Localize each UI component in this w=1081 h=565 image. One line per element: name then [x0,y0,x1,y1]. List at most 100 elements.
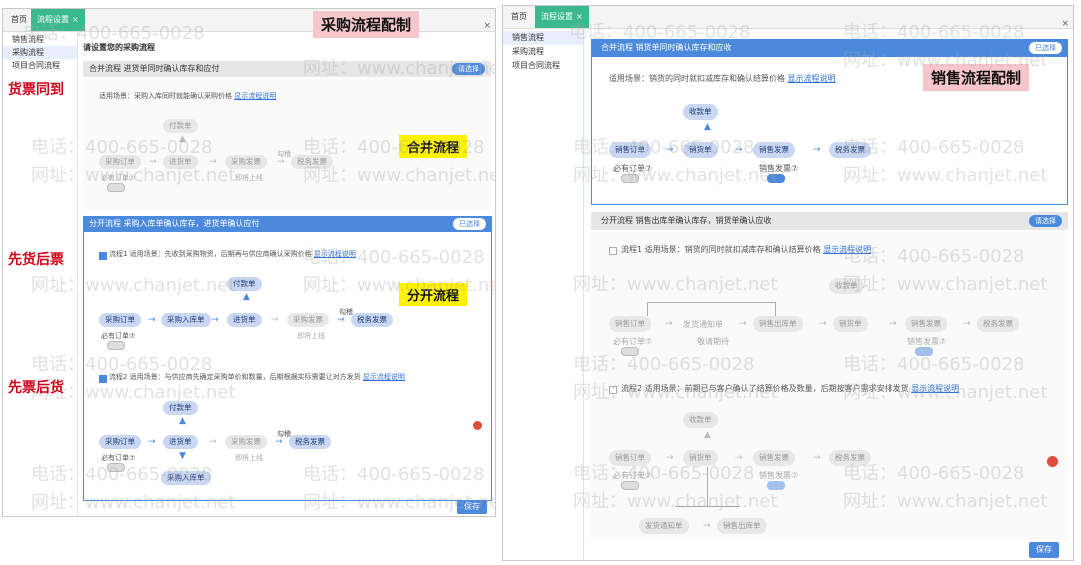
sidebar: 销售流程 采购流程 项目合同流程 [503,28,584,560]
flow1-must-invoice-text: 销售发票 [907,337,939,346]
watermark-phone: 电话：400-665-0028 [303,247,485,268]
watermark-web: 网址：www.chanjet.net [31,165,236,186]
watermark-web: 网址：www.chanjet.net [303,492,496,513]
split-flow-bar: 分开流程 销售出库单确认库存，销货单确认应收 请选择 [591,212,1068,230]
purchase-flow-window: 首页 流程设置 × × 销售流程 采购流程 项目合同流程 请设置您的采购流程 采购… [2,8,496,517]
stop-icon[interactable] [473,421,482,430]
watermark-phone: 电话：400-665-0028 [23,23,205,44]
flow1-connector [647,302,775,303]
merge-scene: 适用场景：销货的同时就扣减库存和确认结算价格 显示流程说明 [609,73,836,84]
watermark-web: 网址：www.chanjet.net [303,58,496,79]
watermark-web: 网址：www.chanjet.net [843,50,1048,71]
flow1-node-receipt: 进货单 [227,313,262,327]
split-selected-button[interactable]: 已选择 [453,218,486,230]
watermark-phone: 电话：400-665-0028 [573,463,755,484]
flow1-node-invoice: 采购发票 [287,313,329,327]
flow1-arrow-4: → [337,315,345,325]
flow2-node-invoice: 采购发票 [225,435,267,449]
watermark-phone: 电话：400-665-0028 [303,137,485,158]
sales-flow-window: 首页 流程设置 × × 销售流程 采购流程 项目合同流程 合并流程 销货单同时确认… [502,5,1074,561]
watermark-phone: 电话：400-665-0028 [573,354,755,375]
flow2-link[interactable]: 显示流程说明 [363,373,405,381]
flow2-node-collection: 收款单 [683,412,718,428]
flow2-arrow-up: ▲ [704,430,711,440]
flow1-must-order: 必有订单⑦ [613,337,653,346]
flow1-arrow-3: → [271,315,279,325]
merge-flow-title: 合并流程 销货单同时确认库存和应收 [601,43,732,52]
flow2-node-po: 采购订单 [99,435,141,449]
flow2-node-stockout: 销售出库单 [717,518,767,534]
flow1-arrow-2: → [211,315,219,325]
flow2-arrow-4: → [703,521,711,531]
watermark-web: 网址：www.chanjet.net [303,165,496,186]
flow2-coming-soon: 即将上线 [235,454,263,462]
flow2-must-invoice-text: 销售发票 [759,471,791,480]
watermark-phone: 电话：400-665-0028 [31,137,213,158]
watermark-web: 网址：www.chanjet.net [573,165,778,186]
flow1-label: 流程1 适用场景：销货的同时就扣减库存和确认结算价格 显示流程说明 [621,244,871,255]
watermark-web: 网址：www.chanjet.net [573,491,778,512]
save-button[interactable]: 保存 [1029,542,1059,558]
flow1-node-tax: 税务发票 [977,316,1019,332]
flow1-arrow-4: → [889,319,897,329]
flow1-must-invoice: 销售发票⑦ [907,337,947,346]
flow1-order-toggle[interactable] [107,341,125,350]
annotation-goods-invoice-together: 货票同到 [8,82,64,98]
flow1-arrow-3: → [819,319,827,329]
purchase-banner: 采购流程配制 [313,11,420,38]
sidebar-item-project-contract[interactable]: 项目合同流程 [503,59,583,73]
flow1-connector [647,302,648,316]
flow2-must-invoice: 销售发票⑦ [759,471,799,480]
watermark-web: 网址：www.chanjet.net [31,492,236,513]
sidebar-item-project-contract[interactable]: 项目合同流程 [3,59,77,72]
flow1-node-tax: 税务发票 [351,313,393,327]
flow1-arrow-1: → [148,315,156,325]
watermark-phone: 电话：400-665-0028 [31,464,213,485]
watermark-phone: 电话：400-665-0028 [843,137,1025,158]
flow1-checkbox[interactable] [99,252,107,260]
flow1-node-stockout: 销售出库单 [753,316,803,332]
flow2-arrow-3: → [813,453,821,463]
flow1-arrow-5: → [963,319,971,329]
flow2-arrow-1: → [148,437,156,447]
watermark-phone: 电话：400-665-0028 [843,354,1025,375]
flow1-must-order-text: 必有订单 [101,332,129,340]
merge-node-collection: 收款单 [683,104,718,120]
flow2-arrow-2: → [209,437,217,447]
watermark-web: 网址：www.chanjet.net [843,491,1048,512]
sidebar-item-purchase[interactable]: 采购流程 [503,45,583,59]
flow1-arrow-1: → [665,319,673,329]
flow2-arrow-3: → [275,437,283,447]
flow1-checkbox[interactable] [609,247,617,255]
flow2-node-receipt: 进货单 [163,435,198,449]
merge-scene-link[interactable]: 显示流程说明 [234,92,276,100]
flow1-label-text: 流程1 适用场景：先收到采购物资，后期再与供应商确认采购价格 [109,250,312,258]
merge-scene: 适用场景：采购入库同时就能确认采购价格 显示流程说明 [99,91,276,101]
watermark-phone: 电话：400-665-0028 [303,464,485,485]
watermark-phone: 电话：400-665-0028 [843,463,1025,484]
split-select-button[interactable]: 请选择 [1029,215,1062,227]
flow1-arrow-2: → [739,319,747,329]
flow2-arrow-up: ▲ [179,416,186,426]
flow2-node-notice: 发货通知单 [639,518,689,534]
watermark-web: 网址：www.chanjet.net [573,382,778,403]
watermark-phone: 电话：400-665-0028 [843,246,1025,267]
window-close-icon[interactable]: × [1061,19,1069,29]
stop-icon[interactable] [1047,456,1058,467]
flow2-node-tax: 税务发票 [289,435,331,449]
window-close-icon[interactable]: × [483,21,491,31]
annotation-goods-first: 先货后票 [8,252,64,268]
flow1-must-order-text: 必有订单 [613,337,645,346]
merge-scene-text: 适用场景：销货的同时就扣减库存和确认结算价格 [609,74,785,83]
sidebar-item-purchase[interactable]: 采购流程 [3,46,77,59]
merge-scene-link[interactable]: 显示流程说明 [788,74,836,83]
watermark-web: 网址：www.chanjet.net [843,165,1048,186]
merge-scene-text: 适用场景：采购入库同时就能确认采购价格 [99,92,232,100]
merge-arrow-3: → [277,157,285,167]
merge-node-payment: 付款单 [163,119,198,133]
flow1-node-invoice: 销售发票 [905,316,947,332]
merge-node-invoice: 销售发票 [753,142,795,158]
merge-arrow-up: ▲ [704,122,711,132]
flow1-wait: 敬请期待 [697,337,729,346]
tab-home[interactable]: 首页 [505,6,533,28]
